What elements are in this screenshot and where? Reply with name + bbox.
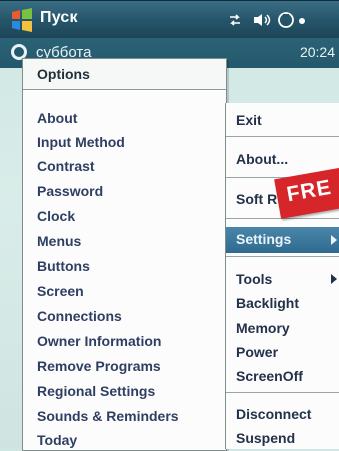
menu-item-password[interactable]: Password [37,183,103,199]
side-item-settings-selected[interactable]: Settings [226,227,339,253]
menu-separator [226,392,339,393]
menu-item-sounds-reminders[interactable]: Sounds & Reminders [37,408,179,424]
options-header: Options [23,59,226,90]
side-item-backlight[interactable]: Backlight [236,295,299,311]
submenu-arrow-icon [331,274,337,284]
system-tray-icons[interactable] [220,8,338,32]
menu-item-about[interactable]: About [37,110,77,126]
start-button-label[interactable]: Пуск [40,9,78,27]
time-label: 20:24 [299,44,335,60]
menu-item-regional-settings[interactable]: Regional Settings [37,383,155,399]
menu-separator [226,136,339,137]
menu-item-buttons[interactable]: Buttons [37,258,90,274]
menu-item-screen[interactable]: Screen [37,283,84,299]
side-item-power[interactable]: Power [236,344,278,360]
volume-icon[interactable] [254,14,271,26]
menu-item-input-method[interactable]: Input Method [37,134,125,150]
side-item-settings[interactable]: Settings [236,231,291,247]
menu-item-clock[interactable]: Clock [37,208,75,224]
submenu-arrow-icon [331,235,337,245]
battery-icon[interactable] [278,12,305,28]
menu-separator [226,256,339,257]
options-menu: Options About Input Method Contrast Pass… [22,58,227,451]
menu-item-contrast[interactable]: Contrast [37,158,95,174]
side-item-memory[interactable]: Memory [236,320,290,336]
windows-start-icon[interactable] [10,8,34,32]
menu-item-owner-information[interactable]: Owner Information [37,333,161,349]
side-item-disconnect[interactable]: Disconnect [236,406,311,422]
side-menu: Exit About... Soft R Settings Tools Back… [225,103,339,449]
menu-item-connections[interactable]: Connections [37,308,122,324]
connectivity-icon[interactable] [230,14,240,26]
menu-item-menus[interactable]: Menus [37,233,81,249]
side-item-tools[interactable]: Tools [236,271,272,287]
side-item-exit[interactable]: Exit [236,112,262,128]
menu-item-today[interactable]: Today [37,432,77,448]
options-title: Options [37,66,90,82]
menu-item-remove-programs[interactable]: Remove Programs [37,358,161,374]
taskbar: Пуск [0,0,339,38]
free-badge-text: FRE [285,175,334,207]
side-item-about[interactable]: About... [236,151,288,167]
side-item-suspend[interactable]: Suspend [236,430,295,446]
side-item-screenoff[interactable]: ScreenOff [236,368,303,384]
side-item-soft-reset[interactable]: Soft R [236,191,277,207]
